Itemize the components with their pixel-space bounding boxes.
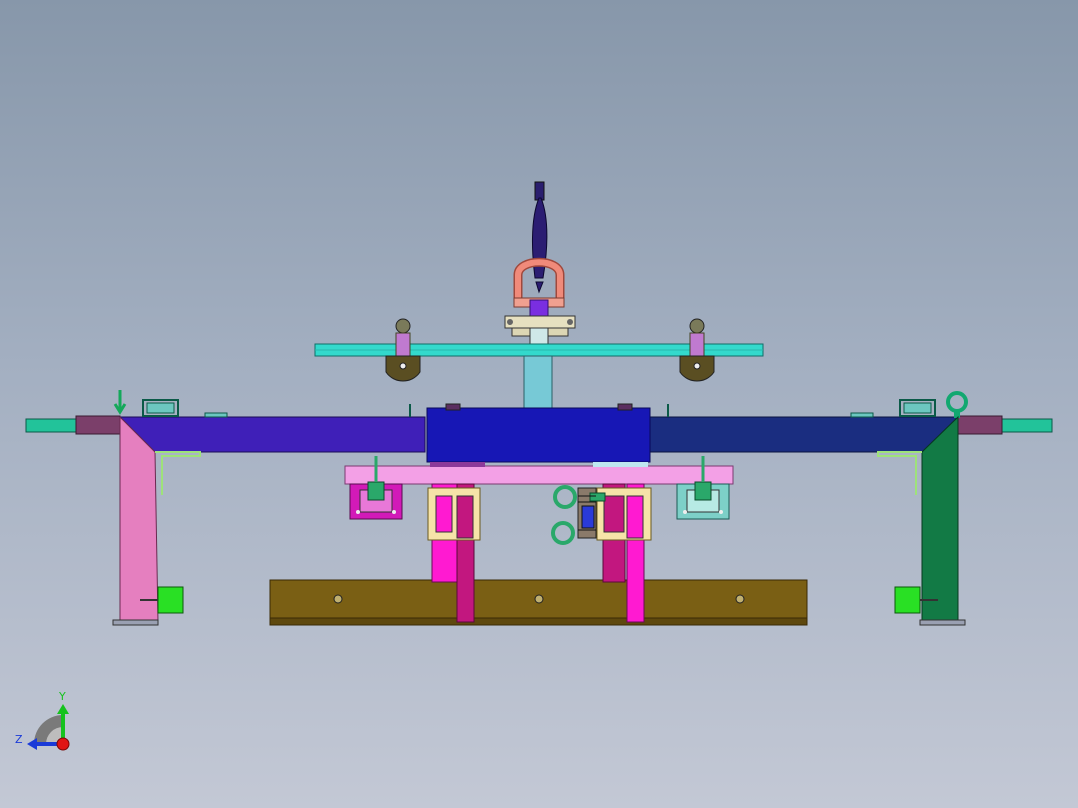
triad-z-label: Z [15,733,23,746]
eye-bolt-right[interactable] [946,391,968,418]
toggle-clamp-right[interactable] [676,456,730,520]
lifting-hook[interactable] [532,181,548,294]
mount-plate[interactable] [344,462,734,485]
main-beam-center-block[interactable] [426,403,651,463]
beam-top-tab-right [850,399,936,418]
x-axis-dot [56,737,70,751]
beam-top-tab-left [142,399,228,418]
main-beam-left[interactable] [118,416,426,453]
toggle-clamp-left[interactable] [349,456,403,520]
center-post[interactable] [523,355,553,409]
main-beam-right[interactable] [649,416,960,453]
coordinate-triad[interactable]: Y Z [15,690,70,751]
lift-pin-left[interactable] [113,390,127,415]
triad-y-label: Y [58,690,66,703]
cad-viewport[interactable]: Y Z [0,0,1078,808]
base-rail[interactable] [269,579,808,626]
end-stub-left[interactable] [25,415,121,435]
end-stub-right[interactable] [957,415,1053,435]
